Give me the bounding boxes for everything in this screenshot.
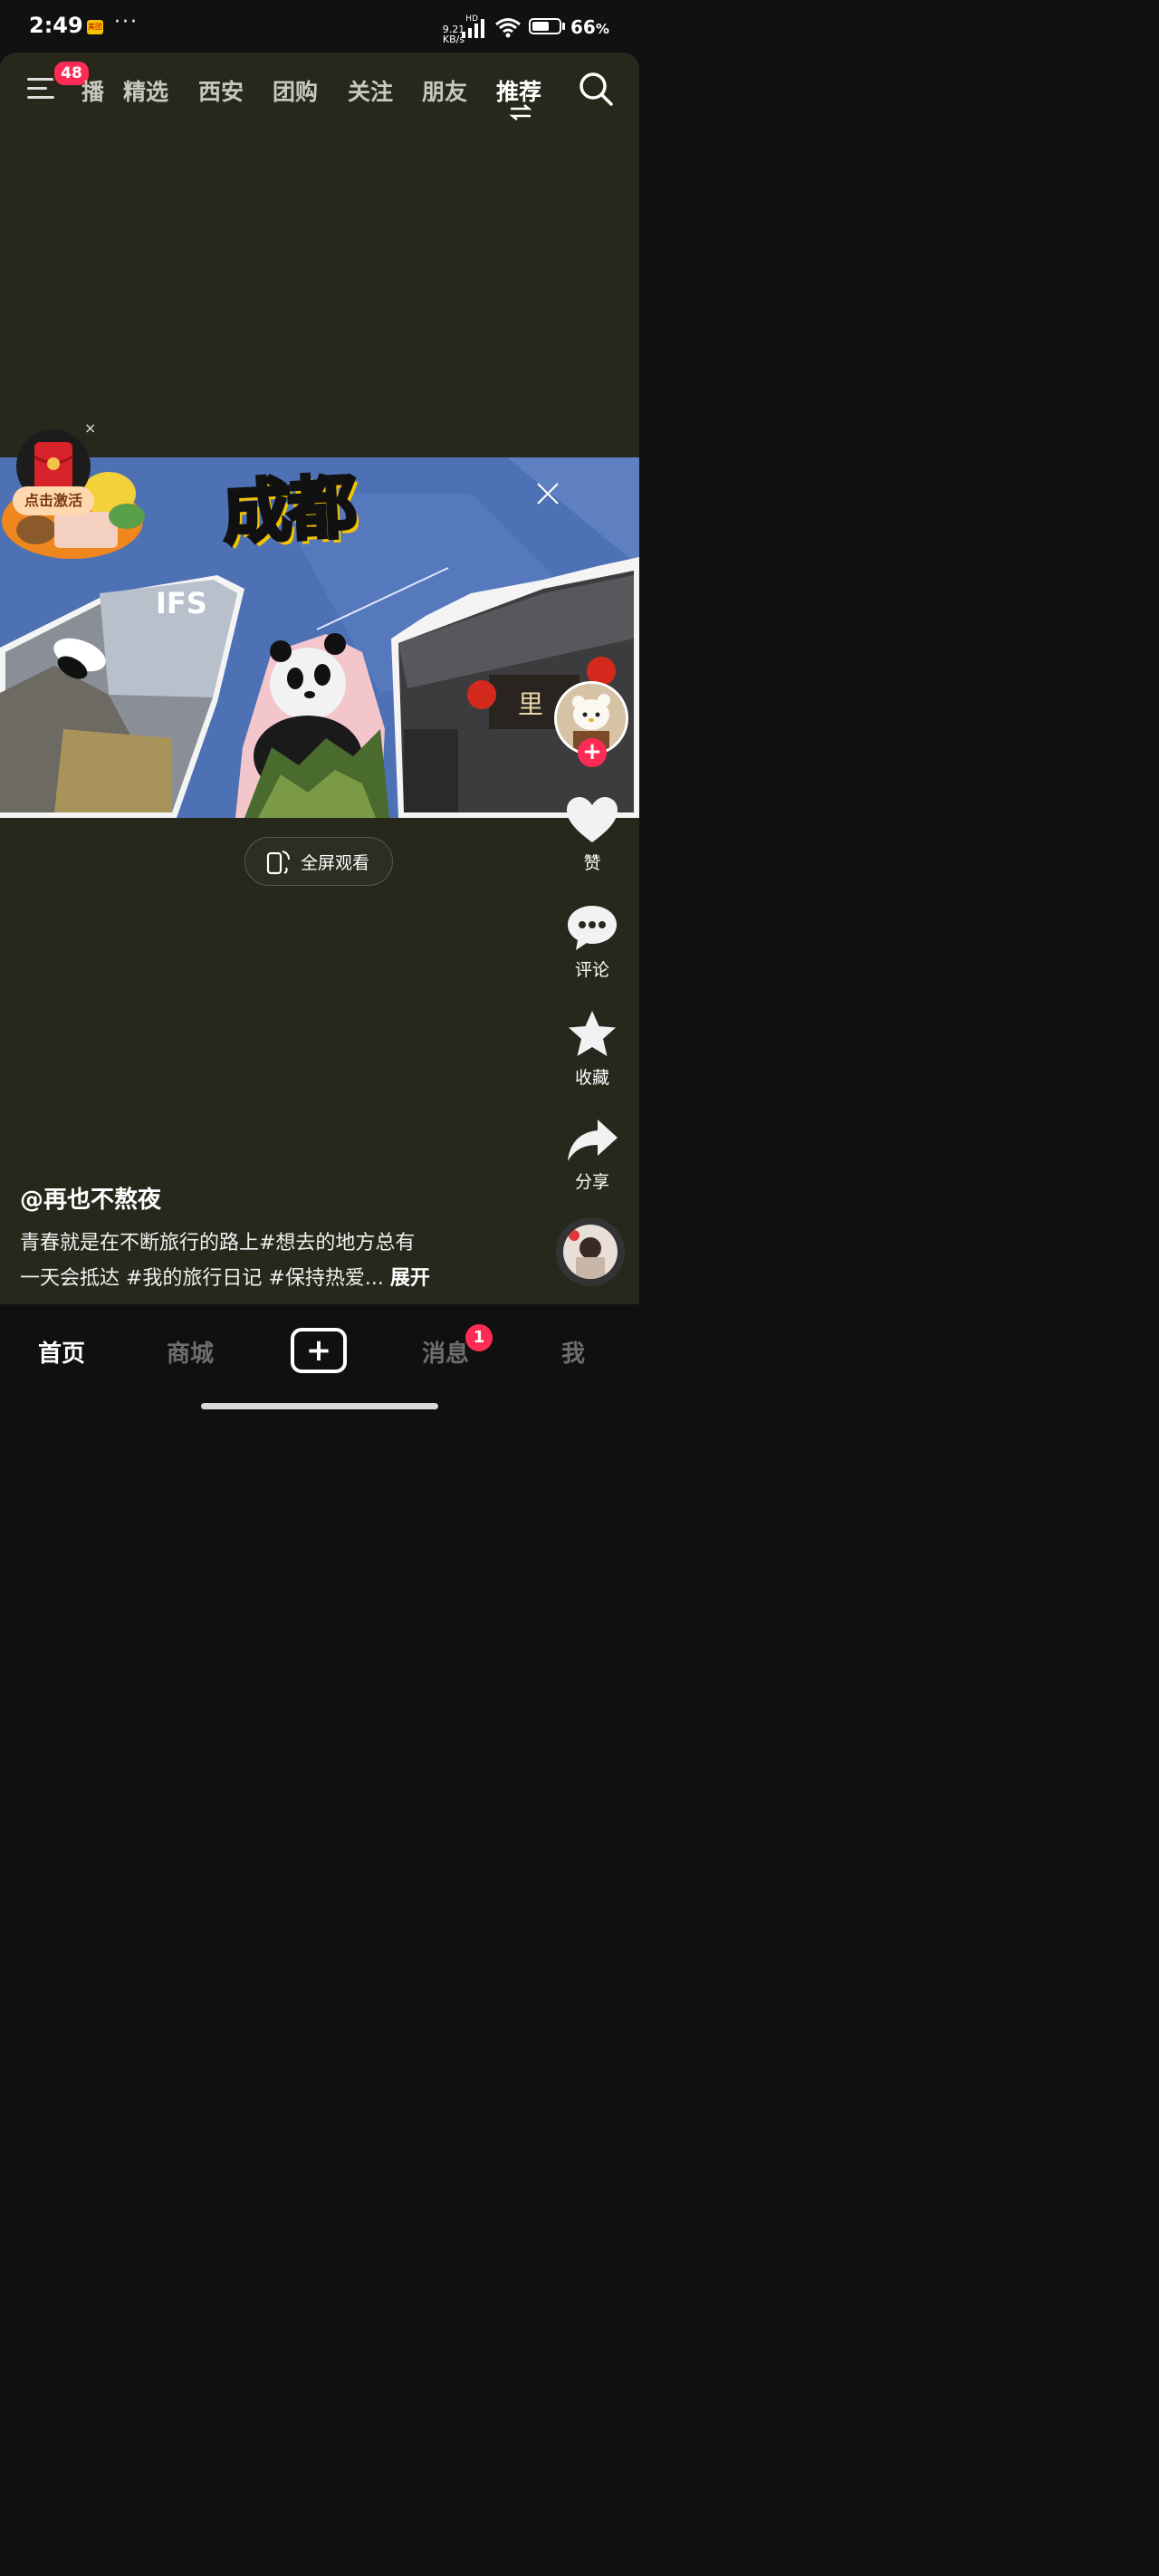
plus-icon: + [305,1332,332,1369]
share-arrow-icon[interactable] [565,1116,619,1167]
ifs-sign: IFS [156,586,207,620]
close-icon [537,483,559,505]
wifi-icon [495,18,521,38]
create-button[interactable]: + [291,1328,347,1373]
signal-icon [462,19,484,38]
tab-live[interactable]: 播 [81,74,104,107]
fullscreen-label: 全屏观看 [301,853,370,873]
video-title-text: 成都 [219,465,357,555]
tab-group-buy[interactable]: 团购 [273,74,318,107]
menu-icon[interactable] [25,74,56,103]
nav-mall[interactable]: 商城 [167,1335,214,1369]
comment-label: 评论 [574,960,609,980]
caption-text: 一天会抵达 #我的旅行日记 #保持热爱... [20,1267,384,1290]
tab-following[interactable]: 关注 [348,74,393,107]
messages-badge: 1 [465,1324,493,1351]
comment-icon[interactable] [565,902,619,953]
music-disc[interactable] [556,1217,625,1286]
tab-xian[interactable]: 西安 [198,74,244,107]
music-cover-image [563,1225,618,1279]
battery-unit: % [595,21,609,37]
favorite-star-icon[interactable] [565,1009,619,1060]
favorite-label: 收藏 [574,1068,609,1088]
battery-value: 66 [570,16,596,38]
tab-featured[interactable]: 精选 [123,74,168,107]
swap-icon[interactable] [509,103,532,121]
battery-percent: 66% [570,16,609,38]
rotate-screen-icon [266,851,290,875]
battery-icon [529,18,561,34]
meituan-app-icon: 美团 [87,20,103,34]
nav-me[interactable]: 我 [561,1335,585,1369]
home-indicator [201,1403,438,1409]
tab-recommended[interactable]: 推荐 [496,74,541,107]
like-label: 赞 [583,853,601,873]
activate-button[interactable]: 点击激活 [13,486,94,515]
widget-close-icon[interactable]: × [84,419,96,437]
battery-fill [532,22,549,31]
expand-button[interactable]: 展开 [390,1267,430,1290]
battery-cap [562,23,565,30]
nav-messages[interactable]: 消息 [422,1335,469,1369]
nav-home[interactable]: 首页 [38,1335,85,1369]
plaque-text: 里 [518,689,543,719]
tab-friends[interactable]: 朋友 [422,74,467,107]
caption-line-1: 青春就是在不断旅行的路上#想去的地方总有 [20,1232,416,1254]
search-icon[interactable] [578,71,614,107]
caption-line-2: 一天会抵达 #我的旅行日记 #保持热爱... 展开 [20,1262,527,1291]
follow-button[interactable]: + [578,738,607,767]
like-icon[interactable] [565,795,619,846]
more-notifications-icon: ··· [114,11,139,34]
share-label: 分享 [574,1172,609,1192]
status-time: 2:49 [29,13,83,38]
author-name[interactable]: @再也不熬夜 [20,1181,161,1215]
